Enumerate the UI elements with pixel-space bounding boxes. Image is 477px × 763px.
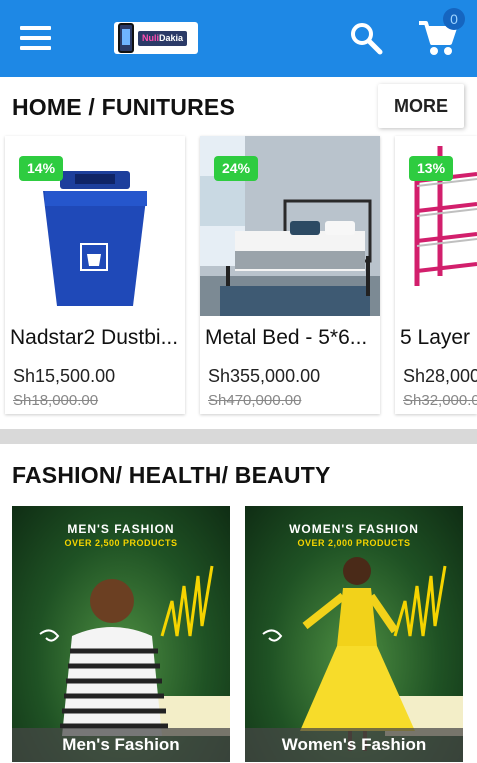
promo-heading: MEN'S FASHION <box>67 522 175 536</box>
product-title[interactable]: 5 Layer <box>400 326 477 350</box>
product-old-price: Sh470,000.00 <box>208 392 302 409</box>
menu-icon[interactable] <box>20 26 52 50</box>
discount-badge: 24% <box>214 156 259 181</box>
promo-subheading: OVER 2,000 PRODUCTS <box>297 538 411 548</box>
section-title-furniture: HOME / FUNITURES <box>12 94 235 120</box>
promo-heading: WOMEN'S FASHION <box>289 522 419 536</box>
promo-label[interactable]: Women's Fashion <box>245 728 463 762</box>
product-old-price: Sh32,000.0 <box>403 392 477 409</box>
cart-count-badge: 0 <box>443 8 465 30</box>
search-icon[interactable] <box>349 21 383 55</box>
promo-mens-fashion[interactable]: MEN'S FASHION OVER 2,500 PRODUCTS Men's … <box>12 506 230 762</box>
product-price: Sh15,500.00 <box>13 366 116 386</box>
discount-badge: 13% <box>409 156 454 181</box>
promo-womens-fashion[interactable]: WOMEN'S FASHION OVER 2,000 PRODUCTS Wome… <box>245 506 463 762</box>
promo-label[interactable]: Men's Fashion <box>12 728 230 762</box>
discount-badge: 14% <box>19 156 64 181</box>
more-button[interactable]: MORE <box>378 84 464 128</box>
section-divider <box>0 429 477 444</box>
product-title[interactable]: Metal Bed - 5*6... <box>205 326 380 350</box>
phone-icon <box>118 23 134 53</box>
app-bar: NuliDakia 0 <box>0 0 477 77</box>
logo-text: NuliDakia <box>138 30 188 46</box>
section-title-fashion: FASHION/ HEALTH/ BEAUTY <box>12 462 331 488</box>
product-title[interactable]: Nadstar2 Dustbi... <box>10 326 185 350</box>
promo-subheading: OVER 2,500 PRODUCTS <box>64 538 178 548</box>
product-price: Sh28,000 <box>403 366 477 386</box>
product-card[interactable]: 13% 5 Layer Sh28,000 Sh32,000.0 <box>395 136 477 414</box>
app-logo[interactable]: NuliDakia <box>114 22 198 54</box>
product-card[interactable]: 24% Metal Bed - 5*6... Sh355,000.00 Sh47… <box>200 136 380 414</box>
product-card[interactable]: 14% Nadstar2 Dustbi... Sh15,500.00 Sh18,… <box>5 136 185 414</box>
product-price: Sh355,000.00 <box>208 366 321 386</box>
product-old-price: Sh18,000.00 <box>13 392 99 409</box>
